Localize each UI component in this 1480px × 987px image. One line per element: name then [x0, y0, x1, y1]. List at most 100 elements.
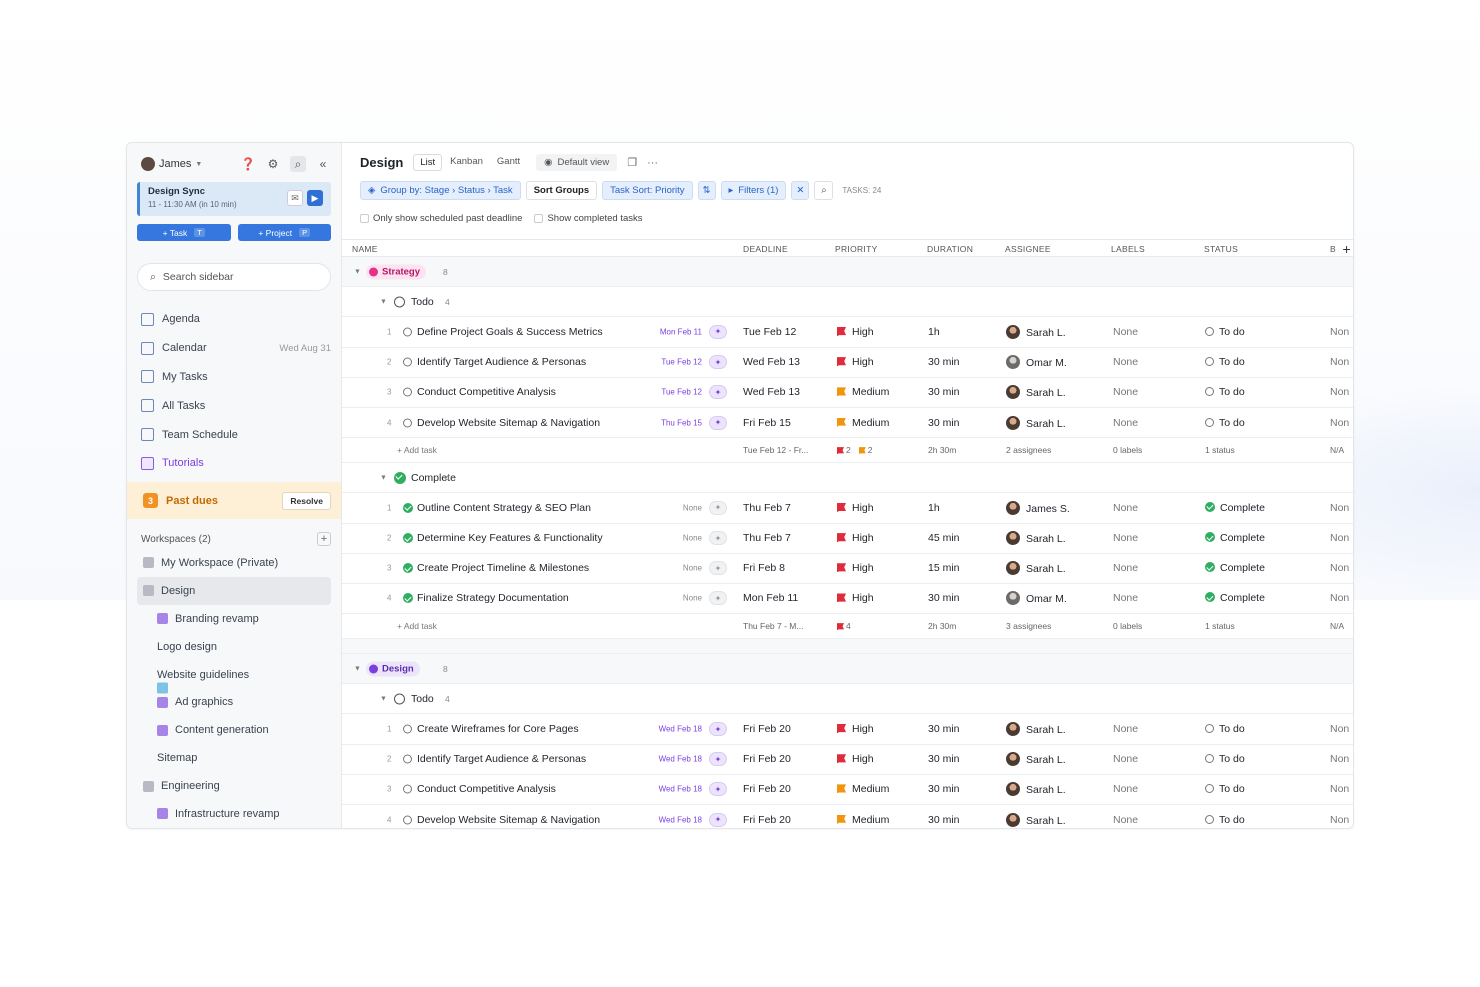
duration[interactable]: 30 min: [928, 753, 960, 765]
todo-circle-icon[interactable]: [403, 724, 412, 734]
status-cell[interactable]: To do: [1205, 783, 1245, 795]
labels[interactable]: None: [1113, 356, 1138, 368]
sidebar-item-team-schedule[interactable]: Team Schedule: [141, 420, 331, 449]
upcoming-meeting-card[interactable]: Design Sync 11 - 11:30 AM (in 10 min) ✉ …: [137, 182, 331, 216]
chevron-down-icon[interactable]: ▼: [354, 268, 361, 275]
col-assignee[interactable]: ASSIGNEE: [1005, 244, 1051, 254]
sidebar-item-tutorials[interactable]: Tutorials: [141, 449, 331, 478]
labels[interactable]: None: [1113, 783, 1138, 795]
complete-check-icon[interactable]: [403, 502, 413, 513]
task-name[interactable]: Create Wireframes for Core Pages: [417, 723, 579, 735]
assignee-cell[interactable]: Omar M.: [1006, 355, 1067, 370]
duration[interactable]: 30 min: [928, 417, 960, 429]
labels[interactable]: None: [1113, 532, 1138, 544]
video-call-icon[interactable]: ▶: [307, 190, 323, 206]
ai-schedule-icon[interactable]: ✦: [709, 561, 727, 576]
priority-cell[interactable]: Medium: [837, 386, 889, 398]
add-task-button[interactable]: + Task T: [137, 224, 231, 241]
ai-schedule-icon[interactable]: ✦: [709, 500, 727, 515]
task-sort-button[interactable]: Task Sort: Priority: [602, 181, 693, 200]
task-name[interactable]: Develop Website Sitemap & Navigation: [417, 417, 600, 429]
labels[interactable]: None: [1113, 814, 1138, 826]
todo-circle-icon[interactable]: [403, 418, 412, 428]
sort-groups-button[interactable]: Sort Groups: [525, 181, 598, 200]
chevron-down-icon[interactable]: ▼: [380, 474, 387, 481]
status-cell[interactable]: To do: [1205, 386, 1245, 398]
table-row[interactable]: 2 Determine Key Features & Functionality N…: [342, 524, 1353, 554]
project-item[interactable]: Branding revamp: [137, 605, 331, 633]
deadline[interactable]: Fri Feb 20: [743, 723, 791, 735]
ai-schedule-icon[interactable]: ✦: [709, 531, 727, 546]
ai-schedule-icon[interactable]: ✦: [709, 591, 727, 606]
status-cell[interactable]: To do: [1205, 326, 1245, 338]
duration[interactable]: 1h: [928, 502, 940, 514]
todo-circle-icon[interactable]: [403, 815, 412, 825]
priority-cell[interactable]: High: [837, 562, 874, 574]
table-row[interactable]: 2 Identify Target Audience & Personas Wed …: [342, 745, 1353, 775]
assignee-cell[interactable]: Sarah L.: [1006, 752, 1066, 767]
labels[interactable]: None: [1113, 417, 1138, 429]
duration[interactable]: 30 min: [928, 356, 960, 368]
project-item[interactable]: Infrastructure revamp: [137, 800, 331, 828]
stage-group-row[interactable]: ▼ Strategy 8: [342, 257, 1353, 288]
search-icon[interactable]: ⌕: [814, 181, 834, 200]
assignee-cell[interactable]: Sarah L.: [1006, 812, 1066, 827]
sidebar-item-all-tasks[interactable]: All Tasks: [141, 391, 331, 420]
todo-circle-icon[interactable]: [403, 754, 412, 764]
sidebar-search-input[interactable]: ⌕ Search sidebar: [137, 263, 331, 291]
task-name[interactable]: Create Project Timeline & Milestones: [417, 562, 589, 574]
project-item[interactable]: Logo design: [137, 633, 331, 694]
tab-kanban[interactable]: Kanban: [444, 154, 489, 171]
priority-cell[interactable]: High: [837, 723, 874, 735]
sort-direction-icon[interactable]: ⇅: [697, 181, 716, 200]
task-name[interactable]: Determine Key Features & Functionality: [417, 532, 603, 544]
status-cell[interactable]: To do: [1205, 417, 1245, 429]
assignee-cell[interactable]: Sarah L.: [1006, 324, 1066, 339]
user-name[interactable]: James: [159, 158, 191, 170]
show-completed-checkbox[interactable]: Show completed tasks: [534, 213, 643, 224]
deadline[interactable]: Wed Feb 13: [743, 356, 800, 368]
labels[interactable]: None: [1113, 502, 1138, 514]
table-row[interactable]: 1 Create Wireframes for Core Pages Wed Feb…: [342, 714, 1353, 745]
task-name[interactable]: Outline Content Strategy & SEO Plan: [417, 502, 591, 514]
labels[interactable]: None: [1113, 562, 1138, 574]
deadline[interactable]: Wed Feb 13: [743, 386, 800, 398]
priority-cell[interactable]: Medium: [837, 417, 889, 429]
sidebar-item-agenda[interactable]: Agenda: [141, 305, 331, 334]
ai-schedule-icon[interactable]: ✦: [709, 415, 727, 430]
duration[interactable]: 30 min: [928, 783, 960, 795]
table-row[interactable]: 1 Define Project Goals & Success Metrics M…: [342, 317, 1353, 348]
task-name[interactable]: Identify Target Audience & Personas: [417, 356, 586, 368]
chevron-down-icon[interactable]: ▼: [380, 298, 387, 305]
ai-schedule-icon[interactable]: ✦: [709, 782, 727, 797]
todo-circle-icon[interactable]: [403, 387, 412, 397]
gear-icon[interactable]: ⚙: [265, 156, 281, 172]
assignee-cell[interactable]: Sarah L.: [1006, 722, 1066, 737]
labels[interactable]: None: [1113, 386, 1138, 398]
priority-cell[interactable]: High: [837, 502, 874, 514]
sidebar-item-calendar[interactable]: Calendar Wed Aug 31: [141, 334, 331, 363]
past-deadline-checkbox[interactable]: Only show scheduled past deadline: [360, 213, 522, 224]
complete-check-icon[interactable]: [403, 593, 413, 604]
deadline[interactable]: Tue Feb 12: [743, 326, 796, 338]
deadline[interactable]: Fri Feb 15: [743, 417, 791, 429]
workspace-item[interactable]: Engineering: [137, 772, 331, 800]
col-labels[interactable]: LABELS: [1111, 244, 1145, 254]
clear-filter-icon[interactable]: ✕: [791, 181, 810, 200]
assignee-cell[interactable]: Sarah L.: [1006, 561, 1066, 576]
todo-circle-icon[interactable]: [403, 357, 412, 367]
resolve-button[interactable]: Resolve: [282, 491, 331, 510]
task-name[interactable]: Conduct Competitive Analysis: [417, 386, 556, 398]
workspace-item[interactable]: My Workspace (Private): [137, 549, 331, 577]
deadline[interactable]: Fri Feb 20: [743, 753, 791, 765]
deadline[interactable]: Thu Feb 7: [743, 502, 791, 514]
col-status[interactable]: STATUS: [1204, 244, 1238, 254]
duration[interactable]: 45 min: [928, 532, 960, 544]
collapse-sidebar-icon[interactable]: «: [315, 156, 331, 172]
duration[interactable]: 30 min: [928, 386, 960, 398]
todo-circle-icon[interactable]: [403, 327, 412, 337]
col-name[interactable]: NAME: [352, 244, 378, 254]
project-item[interactable]: Content generation: [137, 716, 331, 744]
table-row[interactable]: 4 Finalize Strategy Documentation None ✦ Mon…: [342, 584, 1353, 615]
col-priority[interactable]: PRIORITY: [835, 244, 878, 254]
